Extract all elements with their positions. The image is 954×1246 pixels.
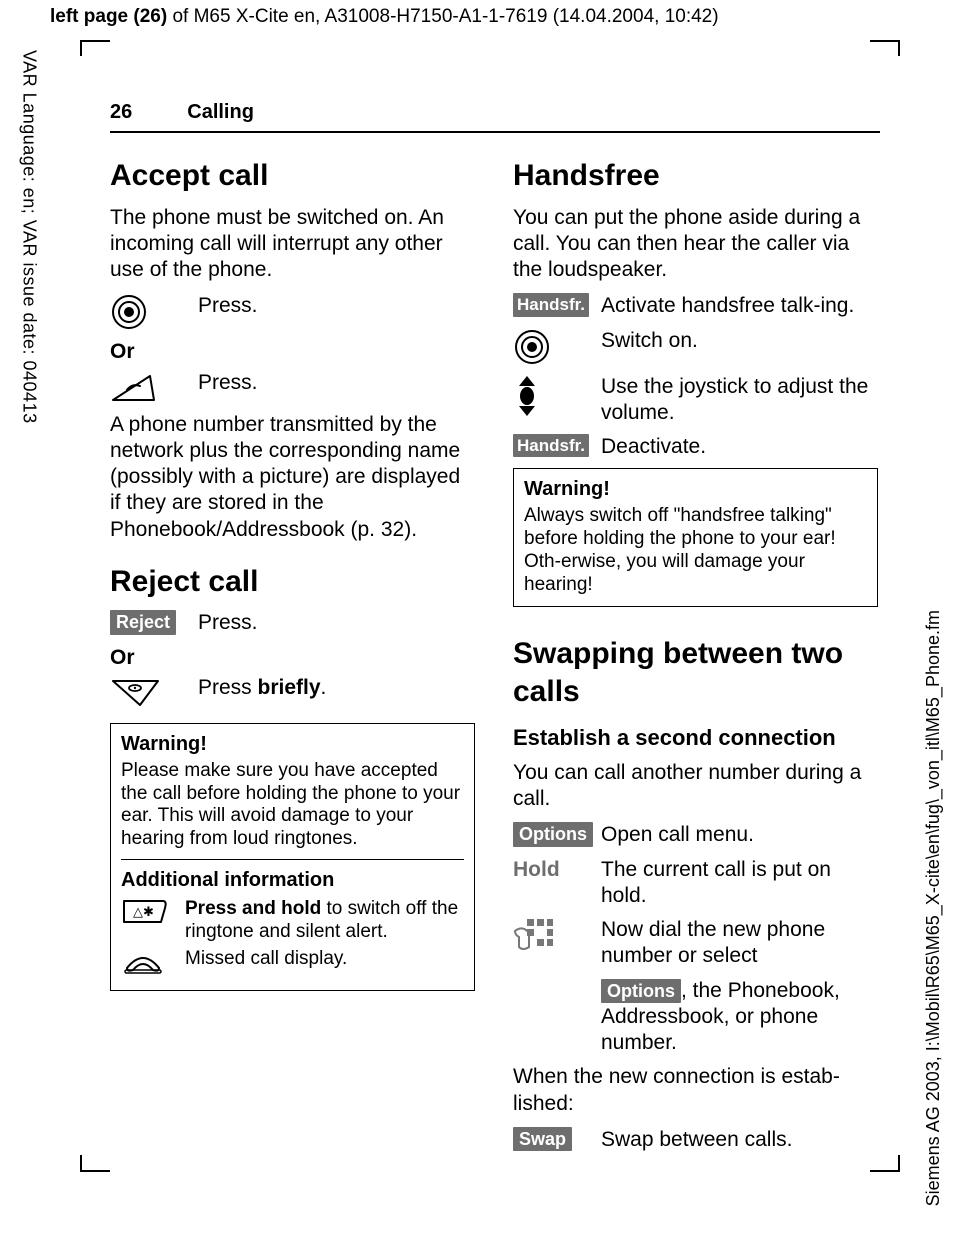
additional-row-2: Missed call display.	[185, 948, 347, 971]
keypad-icon	[513, 917, 583, 957]
heading-accept-call: Accept call	[110, 157, 475, 195]
crop-mark	[80, 40, 82, 56]
svg-text:△✱: △✱	[133, 904, 154, 919]
warning-title: Warning!	[121, 732, 464, 756]
additional-row-1: Press and hold to switch off the rington…	[185, 898, 464, 944]
heading-establish: Establish a second connection	[513, 724, 878, 752]
star-key-icon: △✱	[121, 898, 171, 926]
missed-call-icon	[121, 948, 171, 976]
press-label: Press.	[198, 610, 475, 636]
or-label: Or	[110, 339, 475, 365]
swap-softkey: Swap	[513, 1127, 572, 1152]
joystick-label: Use the joystick to adjust the volume.	[601, 374, 878, 427]
additional-info-title: Additional information	[121, 868, 464, 892]
side-text-right: Siemens AG 2003, I:\Mobil\R65\M65_X-cite…	[922, 610, 945, 1206]
options-softkey: Options	[513, 822, 593, 847]
press-briefly-label: Press briefly.	[198, 675, 475, 701]
or-label: Or	[110, 645, 475, 671]
crop-mark	[898, 1155, 900, 1171]
section-title: Calling	[187, 100, 254, 125]
column-left: Accept call The phone must be switched o…	[110, 157, 475, 1161]
handsfree-softkey: Handsfr.	[513, 434, 589, 457]
joystick-updown-icon	[513, 374, 583, 418]
warning-title: Warning!	[524, 477, 867, 501]
heading-swapping: Swapping between two calls	[513, 635, 878, 710]
crop-mark	[898, 40, 900, 56]
handsfree-softkey: Handsfr.	[513, 293, 589, 316]
when-established: When the new connection is estab-lished:	[513, 1064, 878, 1117]
running-head: 26 Calling	[110, 100, 880, 133]
options-softkey: Options	[601, 979, 681, 1004]
crop-mark	[80, 40, 110, 42]
center-key-icon	[513, 328, 583, 366]
page-body: 26 Calling Accept call The phone must be…	[110, 100, 880, 1161]
press-label: Press.	[198, 293, 475, 319]
open-menu-label: Open call menu.	[601, 822, 878, 848]
heading-reject-call: Reject call	[110, 563, 475, 601]
accept-detail: A phone number transmitted by the networ…	[110, 412, 475, 543]
press-label: Press.	[198, 370, 475, 396]
hold-desc: The current call is put on hold.	[601, 857, 878, 910]
handsfree-intro: You can put the phone aside during a cal…	[513, 205, 878, 284]
dial-desc: Now dial the new phone number or select	[601, 917, 878, 970]
press-briefly-pre: Press	[198, 676, 258, 699]
warning-box: Warning! Always switch off "handsfree ta…	[513, 468, 878, 607]
warning-body: Please make sure you have accepted the c…	[121, 760, 464, 851]
press-briefly-bold: briefly	[258, 676, 321, 699]
crop-mark	[80, 1155, 82, 1171]
switch-on-label: Switch on.	[601, 328, 878, 354]
center-key-icon	[110, 293, 180, 331]
column-right: Handsfree You can put the phone aside du…	[513, 157, 878, 1161]
crop-mark	[870, 1170, 900, 1172]
call-key-icon	[110, 370, 180, 404]
hold-label: Hold	[513, 857, 560, 883]
dial-continuation: Options, the Phonebook, Addressbook, or …	[601, 978, 878, 1057]
warning-body: Always switch off "handsfree talking" be…	[524, 505, 867, 596]
activate-label: Activate handsfree talk-ing.	[601, 293, 878, 319]
heading-handsfree: Handsfree	[513, 157, 878, 195]
page-meta-top: left page (26) of M65 X-Cite en, A31008-…	[50, 5, 719, 29]
deactivate-label: Deactivate.	[601, 434, 878, 460]
side-text-left: VAR Language: en; VAR issue date: 040413	[18, 50, 41, 424]
divider	[121, 859, 464, 860]
crop-mark	[870, 40, 900, 42]
page-meta-rest: of M65 X-Cite en, A31008-H7150-A1-1-7619…	[167, 6, 718, 27]
press-hold-bold: Press and hold	[185, 898, 321, 919]
establish-intro: You can call another number during a cal…	[513, 760, 878, 813]
accept-intro: The phone must be switched on. An incomi…	[110, 205, 475, 284]
press-briefly-post: .	[321, 676, 327, 699]
page-meta-bold: left page (26)	[50, 6, 167, 27]
end-key-icon	[110, 675, 180, 709]
reject-softkey: Reject	[110, 610, 176, 635]
warning-box: Warning! Please make sure you have accep…	[110, 723, 475, 991]
swap-desc: Swap between calls.	[601, 1127, 878, 1153]
page-number: 26	[110, 100, 132, 125]
crop-mark	[80, 1170, 110, 1172]
